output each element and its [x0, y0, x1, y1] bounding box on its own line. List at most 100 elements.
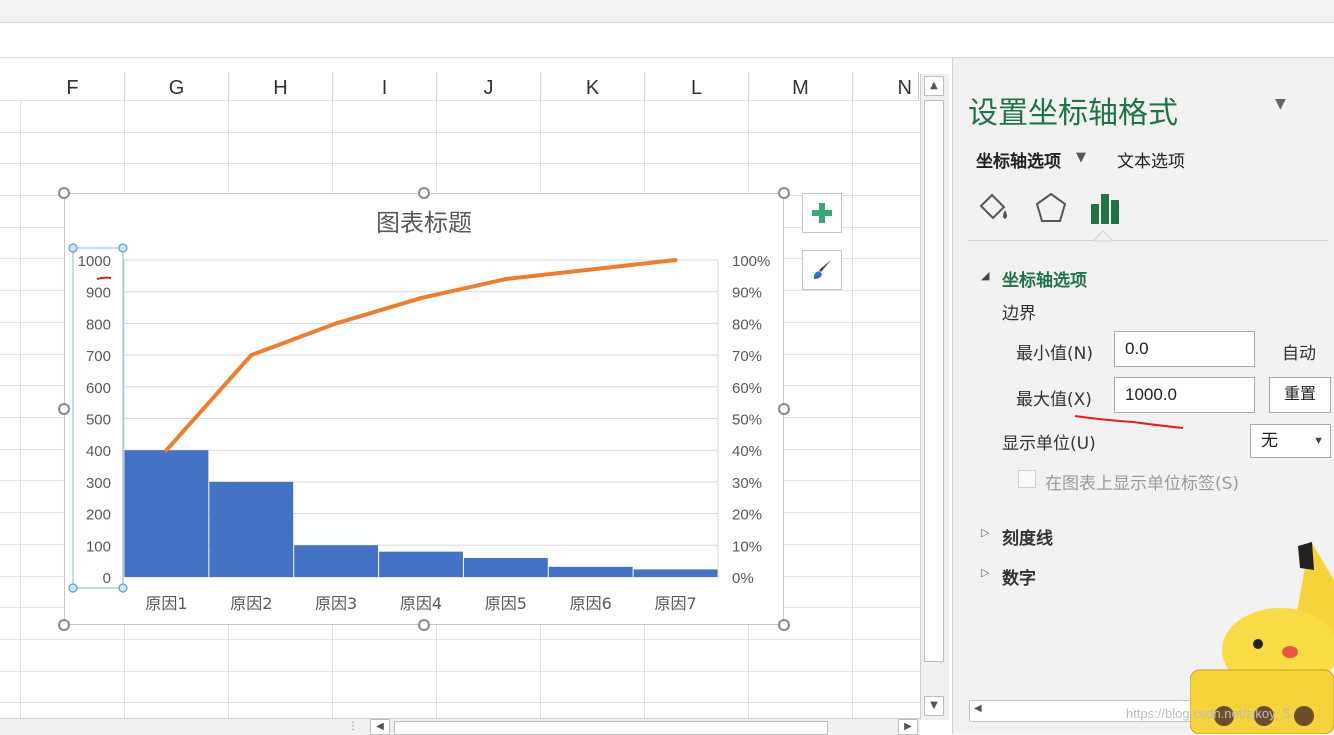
y2-tick-label: 100% — [732, 253, 770, 270]
scroll-down-button[interactable]: ▼ — [924, 696, 944, 716]
y-tick-label: 500 — [86, 412, 111, 429]
reset-button[interactable]: 重置 — [1269, 377, 1331, 413]
chart-title: 图表标题 — [376, 209, 472, 237]
formula-bar[interactable] — [0, 23, 1334, 58]
tab-axis-options-chevron-down-icon[interactable]: ▼ — [1076, 150, 1086, 165]
chart-styles-button[interactable] — [802, 250, 842, 290]
y2-tick-label: 40% — [732, 443, 762, 460]
display-units-select[interactable]: 无 ▼ — [1250, 424, 1331, 458]
fill-bucket-icon[interactable] — [975, 190, 1011, 226]
show-units-checkbox[interactable] — [1018, 470, 1036, 488]
pane-title: 设置坐标轴格式 — [968, 96, 1178, 131]
vertical-scroll-thumb[interactable] — [924, 100, 944, 662]
y-tick-label: 100 — [86, 538, 111, 555]
section-ticks[interactable]: 刻度线 — [1002, 524, 1053, 549]
split-handle-icon[interactable]: ⋮ — [348, 721, 358, 732]
max-label: 最大值(X) — [1016, 390, 1092, 410]
y-tick-label: 0 — [103, 570, 111, 587]
category-label: 原因7 — [654, 594, 696, 613]
scroll-right-button[interactable]: ▶ — [898, 719, 918, 735]
row-gridline — [0, 163, 920, 164]
resize-handle-left[interactable] — [58, 403, 70, 415]
y2-tick-label: 10% — [732, 538, 762, 555]
y-tick-label: 300 — [86, 475, 111, 492]
tab-pointer-icon — [1093, 230, 1113, 242]
pane-scroll-left-icon[interactable]: ◀ — [974, 703, 982, 714]
display-units-label: 显示单位(U) — [1002, 434, 1096, 454]
category-label: 原因3 — [315, 594, 357, 613]
tab-text-options[interactable]: 文本选项 — [1117, 147, 1185, 172]
y-tick-label: 600 — [86, 380, 111, 397]
axis-selection-handle — [118, 583, 128, 593]
line-point — [588, 267, 593, 272]
watermark-text: https://blog.csdn.net/zjkoy_5 — [1126, 706, 1291, 721]
category-label: 原因2 — [230, 594, 272, 613]
resize-handle-top-left[interactable] — [58, 187, 70, 199]
column-header-g[interactable]: G — [125, 72, 229, 100]
section-expand-ticks-icon[interactable]: ▷ — [981, 526, 989, 539]
bar — [548, 566, 633, 577]
y2-tick-label: 80% — [732, 316, 762, 333]
column-header-f[interactable]: F — [21, 72, 125, 100]
column-header-l[interactable]: L — [645, 72, 749, 100]
pentagon-icon[interactable] — [1033, 190, 1069, 226]
mascot-sticker-image — [1190, 540, 1334, 734]
y2-tick-label: 60% — [732, 380, 762, 397]
max-bound-input[interactable]: 1000.0 — [1114, 377, 1255, 413]
min-label: 最小值(N) — [1016, 344, 1093, 364]
resize-handle-top[interactable] — [418, 187, 430, 199]
section-expand-numbers-icon[interactable]: ▷ — [981, 566, 989, 579]
y-tick-label: 800 — [86, 316, 111, 333]
horizontal-scrollbar[interactable]: ⋮ ◀ ▶ — [0, 718, 920, 735]
row-gridline — [0, 100, 920, 101]
y-tick-label: 700 — [86, 348, 111, 365]
horizontal-scroll-thumb[interactable] — [394, 721, 828, 735]
resize-handle-bottom-left[interactable] — [58, 619, 70, 631]
y2-tick-label: 0% — [732, 570, 754, 587]
y2-tick-label: 20% — [732, 507, 762, 524]
scroll-left-button[interactable]: ◀ — [370, 719, 390, 735]
resize-handle-bottom-right[interactable] — [778, 619, 790, 631]
category-label: 原因6 — [570, 594, 612, 613]
axis-selection-handle — [68, 583, 78, 593]
min-bound-input[interactable]: 0.0 — [1114, 331, 1255, 367]
line-point — [164, 448, 169, 453]
column-header-j[interactable]: J — [437, 72, 541, 100]
bar — [124, 450, 209, 577]
y2-tick-label: 30% — [732, 475, 762, 492]
plus-icon — [812, 203, 832, 223]
row-gridline — [0, 639, 920, 640]
y-tick-label: 900 — [86, 285, 111, 302]
column-header-n[interactable]: N — [853, 72, 919, 100]
scroll-up-button[interactable]: ▲ — [924, 76, 944, 96]
row-gridline — [0, 132, 920, 133]
resize-handle-right[interactable] — [778, 403, 790, 415]
resize-handle-top-right[interactable] — [778, 187, 790, 199]
pareto-chart[interactable]: 图表标题 0 100 200 300 400 500 600 700 800 900 1000 0% 10… — [64, 193, 784, 625]
column-header-m[interactable]: M — [749, 72, 853, 100]
column-header-h[interactable]: H — [229, 72, 333, 100]
section-collapse-icon[interactable]: ◢ — [981, 269, 989, 282]
y-tick-label: 1000 — [78, 253, 111, 270]
line-point — [334, 321, 339, 326]
tab-axis-options[interactable]: 坐标轴选项 — [976, 147, 1061, 172]
y2-tick-label: 70% — [732, 348, 762, 365]
section-axis-options[interactable]: 坐标轴选项 — [1002, 266, 1087, 291]
ribbon-strip — [0, 0, 1334, 23]
y-tick-label: 400 — [86, 443, 111, 460]
y2-tick-label: 50% — [732, 412, 762, 429]
bar — [463, 557, 548, 577]
column-header-i[interactable]: I — [333, 72, 437, 100]
chart-elements-button[interactable] — [802, 193, 842, 233]
line-point — [503, 277, 508, 282]
pane-options-dropdown-icon[interactable]: ▼ — [1275, 96, 1286, 112]
resize-handle-bottom[interactable] — [418, 619, 430, 631]
row-gridline — [0, 702, 920, 703]
bar-chart-icon[interactable] — [1089, 190, 1125, 226]
brush-icon — [813, 260, 831, 279]
y-tick-label: 200 — [86, 507, 111, 524]
line-point — [673, 258, 678, 262]
bounds-label: 边界 — [1002, 304, 1036, 324]
section-numbers[interactable]: 数字 — [1002, 564, 1036, 589]
column-header-k[interactable]: K — [541, 72, 645, 100]
